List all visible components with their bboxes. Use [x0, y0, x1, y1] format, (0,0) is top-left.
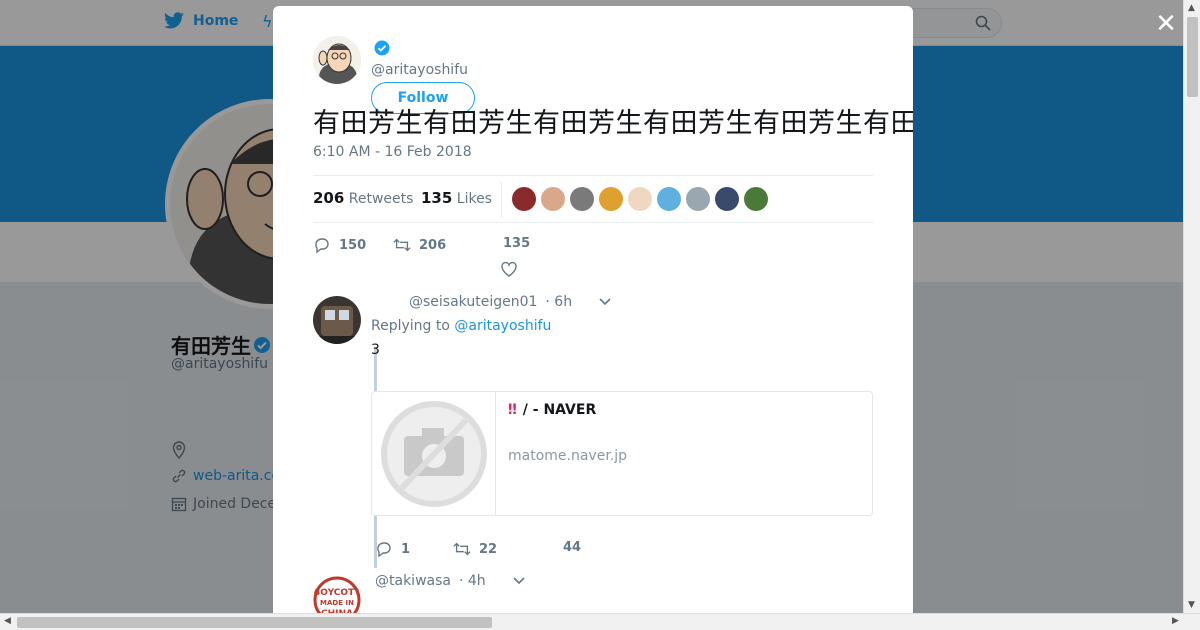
svg-text:MADE IN: MADE IN [320, 599, 354, 607]
likes-count: 135 [421, 189, 453, 207]
replying-prefix: Replying to [371, 318, 450, 334]
reply-time[interactable]: · 6h [545, 294, 572, 310]
scroll-right-arrow[interactable]: ▶ [1172, 616, 1179, 626]
reply-time[interactable]: · 4h [459, 573, 486, 589]
svg-text:BOYCOTT: BOYCOTT [313, 588, 361, 598]
train-photo-avatar [313, 296, 361, 344]
no-image-camera-icon [381, 401, 487, 507]
chevron-down-icon[interactable] [598, 297, 612, 307]
liker-avatar[interactable] [686, 187, 710, 211]
chevron-down-icon[interactable] [512, 576, 526, 586]
scroll-left-arrow[interactable]: ◀ [4, 616, 11, 626]
card-title-mark: ‼ [508, 402, 517, 418]
tweet-author-handle[interactable]: @aritayoshifu [371, 62, 468, 78]
reply-meta: @takiwasa · 4h [375, 573, 526, 589]
caricature-avatar-image [313, 36, 361, 84]
reply-reply-button[interactable]: 1 [375, 540, 410, 558]
liker-avatar[interactable] [715, 187, 739, 211]
reply-retweet-button[interactable]: 22 [453, 540, 497, 558]
vertical-scrollbar[interactable]: ▲ ▼ [1183, 0, 1200, 613]
reply-handle[interactable]: @takiwasa [375, 573, 451, 589]
retweet-button[interactable]: 206 [393, 236, 446, 254]
card-title: ‼ / - NAVER [508, 402, 596, 418]
liker-avatar[interactable] [657, 187, 681, 211]
boycott-avatar-image: BOYCOTT MADE IN CHINA [313, 576, 361, 613]
reply-retweet-count: 22 [479, 541, 498, 557]
horizontal-scrollbar[interactable]: ◀ ▶ [0, 613, 1200, 630]
reply-count: 150 [339, 237, 367, 253]
reply-avatar[interactable]: BOYCOTT MADE IN CHINA [313, 576, 361, 613]
likes-label: Likes [456, 191, 492, 207]
liker-avatar[interactable] [541, 187, 565, 211]
reply-handle[interactable]: @seisakuteigen01 [409, 294, 537, 310]
likes-stat[interactable]: 135 Likes [421, 189, 492, 207]
replying-to-link[interactable]: @aritayoshifu [454, 318, 551, 334]
card-title-text: / - NAVER [522, 402, 597, 418]
tweet-timestamp[interactable]: 6:10 AM - 16 Feb 2018 [313, 144, 472, 160]
reply-icon [315, 238, 329, 254]
heart-icon[interactable] [500, 260, 518, 278]
liker-avatar[interactable] [744, 187, 768, 211]
scroll-up-arrow[interactable]: ▲ [1188, 3, 1195, 13]
liker-avatar[interactable] [599, 187, 623, 211]
retweets-count: 206 [313, 189, 345, 207]
stats-divider [501, 182, 502, 218]
retweet-icon [453, 542, 471, 556]
card-thumbnail [372, 392, 496, 515]
like-button[interactable]: 135 [503, 236, 530, 251]
reply-button[interactable]: 150 [313, 236, 366, 254]
link-card[interactable]: ‼ / - NAVER matome.naver.jp [371, 391, 873, 516]
liker-avatar[interactable] [512, 187, 536, 211]
reply-item[interactable]: BOYCOTT MADE IN CHINA @takiwasa · 4h [313, 573, 873, 613]
liker-avatar[interactable] [628, 187, 652, 211]
retweets-stat[interactable]: 206 Retweets [313, 189, 413, 207]
tweet-actions: 150 206 135 [313, 236, 873, 278]
vertical-scroll-thumb[interactable] [1187, 17, 1198, 97]
tweet-modal: @aritayoshifu Follow 有田芳生有田芳生有田芳生有田芳生有田芳… [273, 6, 913, 613]
reply-like-count: 44 [563, 540, 582, 555]
scroll-down-arrow[interactable]: ▼ [1188, 600, 1195, 610]
reply-text: 3 [371, 342, 380, 358]
liker-avatar[interactable] [570, 187, 594, 211]
close-icon[interactable]: ✕ [1154, 11, 1178, 37]
likers-avatars [512, 187, 768, 211]
verified-badge-icon [374, 40, 390, 56]
retweet-icon [393, 238, 411, 252]
reply-reply-count: 1 [401, 541, 411, 557]
reply-icon [377, 542, 391, 558]
like-count: 135 [503, 236, 531, 251]
tweet-author-avatar[interactable] [313, 36, 361, 84]
tweet-text: 有田芳生有田芳生有田芳生有田芳生有田芳生有田芳生有田芳生有田芳生有田芳生有田芳生… [313, 108, 913, 139]
replying-to: Replying to @aritayoshifu [371, 318, 551, 334]
tweet-stats: 206 Retweets 135 Likes [313, 175, 873, 223]
reply-meta: @seisakuteigen01 · 6h [409, 294, 612, 310]
reply-like-button[interactable]: 44 [563, 540, 581, 555]
retweets-label: Retweets [348, 191, 414, 207]
reply-item[interactable]: @seisakuteigen01 · 6h Replying to @arita… [313, 294, 873, 568]
card-domain: matome.naver.jp [508, 448, 628, 464]
horizontal-scroll-thumb[interactable] [17, 617, 492, 628]
reply-avatar[interactable] [313, 296, 361, 344]
retweet-count: 206 [419, 237, 447, 253]
